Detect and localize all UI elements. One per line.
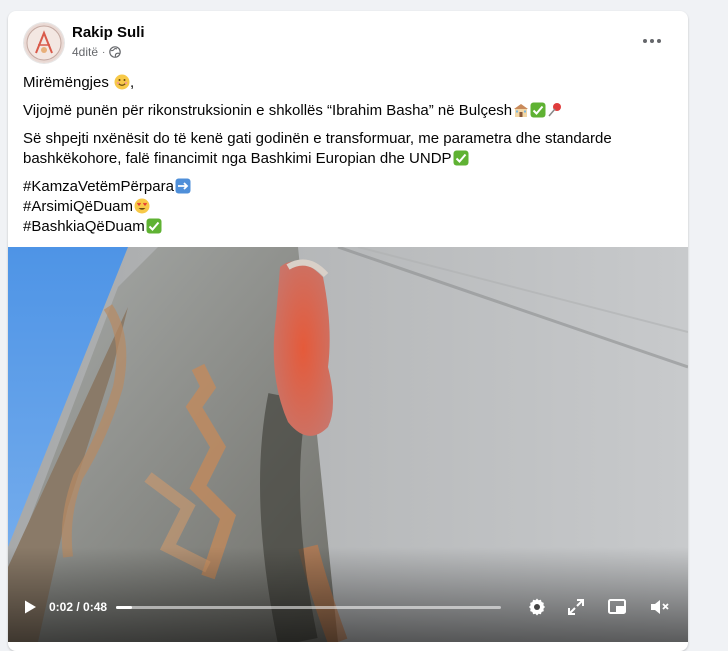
greeting-line: Mirëmëngjes , (23, 74, 135, 91)
paragraph-2: Së shpejti nxënësit do të kenë gati godi… (23, 129, 663, 169)
pushpin-emoji-icon (547, 102, 563, 118)
paragraph-1: Vijojmë punën për rikonstruksionin e shk… (23, 101, 663, 121)
right-arrow-emoji-icon (175, 178, 191, 194)
globe-icon[interactable] (109, 46, 122, 58)
check-emoji-icon (530, 102, 546, 118)
more-dot-icon (643, 39, 647, 43)
video-progress-fill (116, 606, 133, 609)
video-player[interactable] (8, 247, 688, 642)
hashtag-2[interactable]: #ArsimiQëDuam (23, 198, 133, 215)
hashtag-3[interactable]: #BashkiaQëDuam (23, 218, 145, 235)
video-frame (8, 247, 688, 642)
mute-icon[interactable] (649, 597, 669, 617)
hashtags: #KamzaVetëmPërpara #ArsimiQëDuam #Bashki… (23, 177, 663, 237)
more-options-button[interactable] (634, 27, 670, 55)
video-progress-bar[interactable] (116, 606, 501, 609)
more-dot-icon (650, 39, 654, 43)
video-time: 0:02 / 0:48 (49, 600, 107, 614)
time-separator: / (73, 600, 84, 614)
post-meta: 4ditë · (72, 45, 122, 59)
post-card: Rakip Suli 4ditë · Mirëmëngjes , Vijojmë… (8, 11, 688, 651)
play-icon[interactable] (22, 599, 38, 615)
post-time[interactable]: 4ditë (72, 45, 98, 59)
school-emoji-icon (513, 102, 529, 118)
more-dot-icon (657, 39, 661, 43)
avatar[interactable] (24, 23, 64, 63)
post-header: Rakip Suli 4ditë · (8, 11, 688, 71)
heart-eyes-emoji-icon (134, 198, 150, 214)
picture-in-picture-icon[interactable] (607, 597, 627, 617)
current-time: 0:02 (49, 600, 74, 614)
author-name[interactable]: Rakip Suli (72, 24, 145, 41)
check-emoji-icon (146, 218, 162, 234)
duration: 0:48 (83, 600, 108, 614)
paragraph-2-text: Së shpejti nxënësit do të kenë gati godi… (23, 130, 612, 167)
post-body: Mirëmëngjes , Vijojmë punën për rikonstr… (23, 73, 663, 237)
settings-gear-icon[interactable] (527, 597, 547, 617)
hashtag-1[interactable]: #KamzaVetëmPërpara (23, 178, 174, 195)
greeting-text: Mirëmëngjes (23, 74, 114, 91)
video-controls: 0:02 / 0:48 (8, 587, 688, 627)
fullscreen-icon[interactable] (566, 597, 586, 617)
check-emoji-icon (453, 150, 469, 166)
smile-emoji-icon (114, 74, 130, 90)
paragraph-1-text: Vijojmë punën për rikonstruksionin e shk… (23, 102, 513, 119)
meta-separator: · (102, 46, 106, 58)
